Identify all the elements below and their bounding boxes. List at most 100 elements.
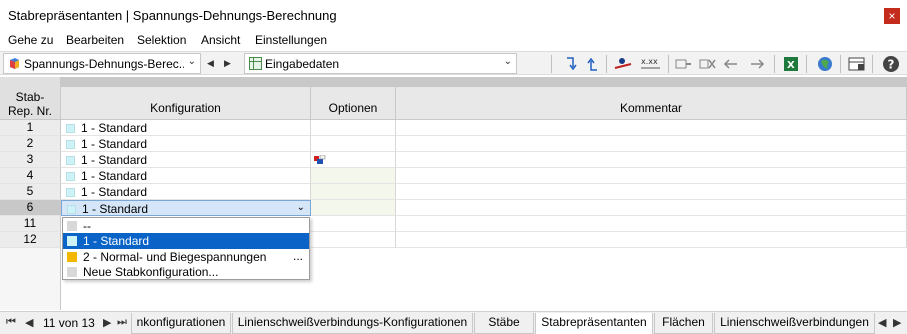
toolbar: Spannungs-Dehnungs-Berec... ⌄ ◀ ▶ Eingab… [0, 51, 907, 75]
table-row-selected: 6 1 - Standard ⌄ [0, 200, 907, 216]
delete-row-icon[interactable] [698, 55, 716, 73]
config-cell[interactable]: 1 - Standard [61, 152, 311, 168]
config-combo-cell[interactable]: 1 - Standard ⌄ [61, 200, 311, 216]
prev-table-button[interactable]: ◀ [204, 55, 217, 72]
table-header-band [61, 77, 907, 87]
excel-export-icon[interactable]: X [782, 55, 800, 73]
chevron-down-icon[interactable]: ⌄ [297, 202, 305, 213]
configuration-dropdown[interactable]: -- 1 - Standard 2 - Normal- und Biegespa… [62, 217, 310, 280]
tab-stabrepraesentanten[interactable]: Stabrepräsentanten [535, 313, 653, 334]
menu-view[interactable]: Ansicht [201, 33, 240, 47]
comment-cell[interactable] [396, 120, 907, 136]
color-swatch [67, 252, 77, 262]
move-right-icon[interactable] [748, 55, 766, 73]
module-combo[interactable]: Spannungs-Dehnungs-Berec... ⌄ [3, 53, 201, 74]
tab-flaechen[interactable]: Flächen [654, 313, 713, 334]
options-cell[interactable] [311, 216, 396, 232]
move-left-icon[interactable] [722, 55, 740, 73]
member-eye-icon[interactable] [614, 55, 632, 73]
globe-icon[interactable] [816, 55, 834, 73]
dropdown-item-label: 2 - Normal- und Biegespannungen [83, 250, 267, 264]
xxx-icon[interactable]: x.xx [640, 55, 662, 73]
dropdown-item-standard[interactable]: 1 - Standard [63, 233, 309, 249]
table-row: 2 1 - Standard [0, 136, 907, 152]
comment-cell[interactable] [396, 216, 907, 232]
color-swatch [67, 205, 76, 214]
swap-down-icon[interactable] [563, 55, 581, 73]
close-button[interactable]: × [884, 8, 900, 24]
config-cell[interactable]: 1 - Standard [61, 120, 311, 136]
tab-scroll-left-button[interactable]: ◀ [878, 316, 886, 329]
dropdown-item-new-config[interactable]: Neue Stabkonfiguration... [63, 264, 309, 280]
dropdown-item-label: -- [83, 219, 91, 233]
comment-cell[interactable] [396, 184, 907, 200]
options-icon[interactable] [314, 155, 326, 165]
header-configuration: Konfiguration [61, 87, 311, 120]
tab-staebe[interactable]: Stäbe [474, 313, 534, 334]
help-icon[interactable]: ? [882, 55, 900, 73]
swap-up-icon[interactable] [583, 55, 601, 73]
svg-text:x.xx: x.xx [641, 57, 658, 66]
dropdown-item-none[interactable]: -- [63, 218, 309, 234]
window-title: Stabrepräsentanten | Spannungs-Dehnungs-… [8, 8, 337, 23]
comment-cell[interactable] [396, 152, 907, 168]
options-cell[interactable] [311, 200, 396, 216]
table-row: 5 1 - Standard [0, 184, 907, 200]
options-cell[interactable] [311, 136, 396, 152]
row-nr: 3 [0, 152, 61, 168]
menu-edit[interactable]: Bearbeiten [66, 33, 124, 47]
color-swatch [66, 172, 75, 181]
toolbar-separator [668, 55, 669, 73]
tab-stabkonfigurationen[interactable]: nkonfigurationen [131, 313, 231, 334]
tab-linienschweissverbindungen[interactable]: Linienschweißverbindungen [714, 313, 875, 334]
table-combo[interactable]: Eingabedaten ⌄ [244, 53, 517, 74]
dropdown-item-label: Neue Stabkonfiguration... [83, 265, 219, 279]
options-cell[interactable] [311, 152, 396, 168]
config-value: 1 - Standard [81, 169, 148, 183]
toolbar-separator [606, 55, 607, 73]
config-value: 1 - Standard [81, 185, 148, 199]
dropdown-item-normal-biege[interactable]: 2 - Normal- und Biegespannungen ... [63, 249, 309, 265]
config-value: 1 - Standard [82, 202, 149, 216]
prev-page-button[interactable]: ◀ [25, 316, 33, 329]
next-table-button[interactable]: ▶ [221, 55, 234, 72]
color-swatch [66, 124, 75, 133]
options-cell[interactable] [311, 184, 396, 200]
header-rep-nr: Stab- Rep. Nr. [0, 77, 61, 120]
comment-cell[interactable] [396, 200, 907, 216]
tab-linienschweiss-konfigurationen[interactable]: Linienschweißverbindungs-Konfigurationen [232, 313, 473, 334]
row-nr: 6 [0, 200, 61, 216]
config-cell[interactable]: 1 - Standard [61, 136, 311, 152]
last-page-button[interactable]: ⏭ [117, 316, 127, 329]
toolbar-separator [551, 55, 552, 73]
table-row: 3 1 - Standard [0, 152, 907, 168]
chevron-down-icon: ⌄ [503, 56, 512, 67]
color-swatch [66, 140, 75, 149]
color-swatch [67, 236, 77, 246]
color-swatch [66, 156, 75, 165]
menu-selection[interactable]: Selektion [137, 33, 186, 47]
comment-cell[interactable] [396, 232, 907, 248]
more-button[interactable]: ... [293, 249, 303, 263]
config-value: 1 - Standard [81, 137, 148, 151]
config-value: 1 - Standard [81, 153, 148, 167]
table-settings-icon[interactable] [848, 55, 866, 73]
color-swatch [66, 188, 75, 197]
row-nr: 5 [0, 184, 61, 200]
options-cell[interactable] [311, 232, 396, 248]
toolbar-separator [840, 55, 841, 73]
comment-cell[interactable] [396, 136, 907, 152]
comment-cell[interactable] [396, 168, 907, 184]
options-cell[interactable] [311, 168, 396, 184]
options-cell[interactable] [311, 120, 396, 136]
menu-goto[interactable]: Gehe zu [8, 33, 53, 47]
insert-row-icon[interactable] [674, 55, 692, 73]
config-cell[interactable]: 1 - Standard [61, 184, 311, 200]
row-nr: 1 [0, 120, 61, 136]
next-page-button[interactable]: ▶ [103, 316, 111, 329]
header-options: Optionen [311, 87, 396, 120]
menu-settings[interactable]: Einstellungen [255, 33, 327, 47]
config-cell[interactable]: 1 - Standard [61, 168, 311, 184]
tab-scroll-right-button[interactable]: ▶ [893, 316, 901, 329]
first-page-button[interactable]: ⏮ [6, 316, 16, 329]
